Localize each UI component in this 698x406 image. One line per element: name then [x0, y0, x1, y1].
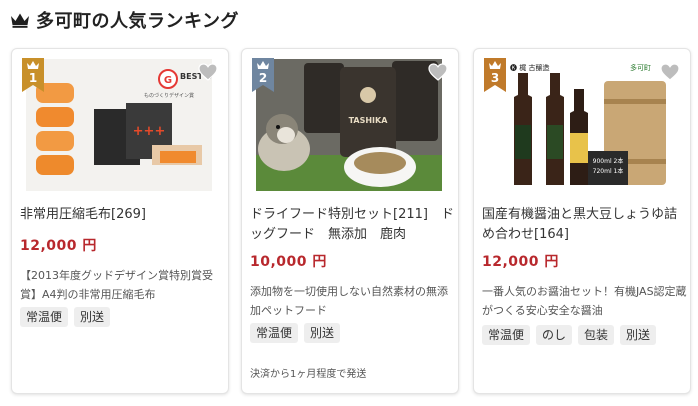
- product-name[interactable]: 国産有機醤油と黒大豆しょうゆ詰め合わせ[164]: [482, 205, 686, 245]
- product-card[interactable]: 2 TASHIKA ドライフード特別セット[211] ドッグフード 無添加 鹿肉…: [241, 48, 459, 394]
- tag-list: 常温便 別送: [20, 307, 111, 327]
- product-image[interactable]: +++ G BEST 100 ものづくりデザイン賞: [26, 59, 212, 191]
- crown-icon: [11, 13, 29, 28]
- favorite-heart-icon[interactable]: [660, 63, 680, 81]
- svg-text:+++: +++: [133, 124, 166, 139]
- tag: 常温便: [482, 325, 531, 345]
- rank-badge: 2: [252, 58, 274, 92]
- shipping-note: 決済から1ヶ月程度で発送: [250, 369, 367, 380]
- ranking-header: 多可町の人気ランキング: [10, 8, 239, 32]
- crown-icon: [27, 61, 39, 69]
- product-description: 添加物を一切使用しない自然素材の無添加ペットフード: [250, 285, 448, 317]
- svg-text:720ml 1本: 720ml 1本: [593, 167, 624, 175]
- tag-list: 常温便 別送: [250, 323, 341, 343]
- product-price: 12,000 円: [482, 254, 559, 270]
- svg-text:ものづくりデザイン賞: ものづくりデザイン賞: [144, 92, 194, 99]
- rank-badge: 3: [484, 58, 506, 92]
- product-description: 一番人気のお醤油セット！有機JAS認定蔵がつくる安心安全な醤油: [482, 285, 687, 317]
- product-name[interactable]: ドライフード特別セット[211] ドッグフード 無添加 鹿肉: [250, 205, 454, 245]
- rank-number: 3: [490, 71, 500, 85]
- rank-badge: 1: [22, 58, 44, 92]
- svg-text:TASHIKA: TASHIKA: [349, 116, 389, 125]
- product-card[interactable]: 1 +++ G BEST 100 ものづくりデザイン賞 非常用圧縮毛布[269]…: [11, 48, 229, 394]
- tag: 別送: [304, 323, 341, 343]
- svg-text:多可町: 多可町: [630, 63, 651, 72]
- rank-number: 1: [28, 71, 38, 85]
- tag: 別送: [74, 307, 111, 327]
- svg-text:G: G: [164, 75, 172, 86]
- crown-icon: [489, 61, 501, 69]
- product-name[interactable]: 非常用圧縮毛布[269]: [20, 205, 224, 225]
- favorite-heart-icon[interactable]: [198, 63, 218, 81]
- product-image[interactable]: 🅚 梶 古醸造 多可町 900ml 2本 720ml 1本: [488, 59, 674, 191]
- favorite-heart-icon[interactable]: [428, 63, 448, 81]
- product-price: 10,000 円: [250, 254, 327, 270]
- product-image[interactable]: TASHIKA: [256, 59, 442, 191]
- page-title: 多可町の人気ランキング: [36, 11, 239, 32]
- rank-number: 2: [258, 71, 268, 85]
- product-card[interactable]: 3 🅚 梶 古醸造 多可町 900ml 2本 720ml 1本 国産有機醤油と黒…: [473, 48, 691, 394]
- tag: 常温便: [20, 307, 69, 327]
- tag: 常温便: [250, 323, 299, 343]
- svg-text:900ml 2本: 900ml 2本: [593, 157, 624, 165]
- crown-icon: [257, 61, 269, 69]
- tag: のし: [536, 325, 573, 345]
- tag: 包装: [578, 325, 615, 345]
- product-price: 12,000 円: [20, 238, 97, 254]
- tag: 別送: [620, 325, 657, 345]
- tag-list: 常温便 のし 包装 別送: [482, 325, 657, 345]
- product-description: 【2013年度グッドデザイン賞特別賞受賞】A4判の非常用圧縮毛布: [20, 269, 213, 301]
- svg-text:🅚 梶 古醸造: 🅚 梶 古醸造: [510, 63, 549, 72]
